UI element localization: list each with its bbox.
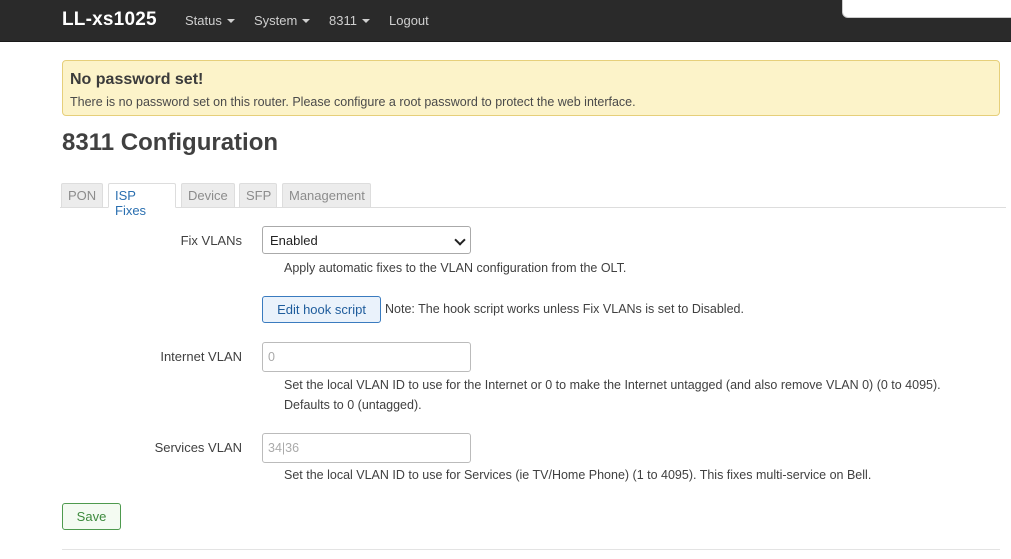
save-button[interactable]: Save — [62, 503, 121, 530]
fix-vlans-select[interactable]: Enabled — [262, 226, 471, 254]
tab-isp-fixes[interactable]: ISP Fixes — [108, 183, 176, 218]
caret-down-icon — [361, 19, 370, 23]
services-vlan-placeholder: 34|36 — [268, 441, 300, 455]
menu-system-label: System — [254, 13, 298, 28]
alert-text: There is no password set on this router.… — [70, 95, 636, 109]
hook-script-note: Note: The hook script works unless Fix V… — [385, 302, 744, 316]
brand-hostname[interactable]: LL-xs1025 — [62, 9, 157, 31]
internet-vlan-placeholder: 0 — [268, 350, 275, 364]
alert-title: No password set! — [70, 71, 204, 88]
menu-status[interactable]: Status — [185, 13, 235, 28]
services-vlan-help: Set the local VLAN ID to use for Service… — [284, 468, 872, 482]
internet-vlan-input[interactable]: 0 — [262, 342, 471, 372]
top-navbar: LL-xs1025 Status System 8311 Logout — [0, 0, 1011, 42]
internet-vlan-help-line2: Defaults to 0 (untagged). — [284, 398, 422, 412]
indicator-box — [842, 0, 1011, 18]
page-title: 8311 Configuration — [62, 129, 279, 156]
tab-sfp[interactable]: SFP — [239, 183, 277, 207]
menu-system[interactable]: System — [254, 13, 311, 28]
menu-logout[interactable]: Logout — [389, 13, 429, 28]
tab-pon[interactable]: PON — [61, 183, 103, 207]
caret-down-icon — [302, 19, 311, 23]
menu-8311-label: 8311 — [329, 13, 357, 28]
internet-vlan-label: Internet VLAN — [160, 349, 242, 364]
footer-divider — [62, 549, 1000, 550]
services-vlan-input[interactable]: 34|36 — [262, 433, 471, 463]
tab-device[interactable]: Device — [181, 183, 235, 207]
caret-down-icon — [226, 19, 235, 23]
services-vlan-label: Services VLAN — [154, 440, 242, 455]
chevron-down-icon — [454, 234, 466, 246]
fix-vlans-help: Apply automatic fixes to the VLAN config… — [284, 261, 627, 275]
menu-8311[interactable]: 8311 — [329, 13, 370, 28]
config-tabs: PON ISP Fixes Device SFP Management — [60, 183, 1006, 218]
menu-status-label: Status — [185, 13, 222, 28]
edit-hook-script-button[interactable]: Edit hook script — [262, 296, 381, 323]
fix-vlans-label: Fix VLANs — [180, 233, 242, 248]
tab-management[interactable]: Management — [282, 183, 371, 207]
fix-vlans-selected-value: Enabled — [270, 233, 318, 248]
no-password-alert: No password set! There is no password se… — [62, 60, 1000, 116]
internet-vlan-help-line1: Set the local VLAN ID to use for the Int… — [284, 378, 941, 392]
